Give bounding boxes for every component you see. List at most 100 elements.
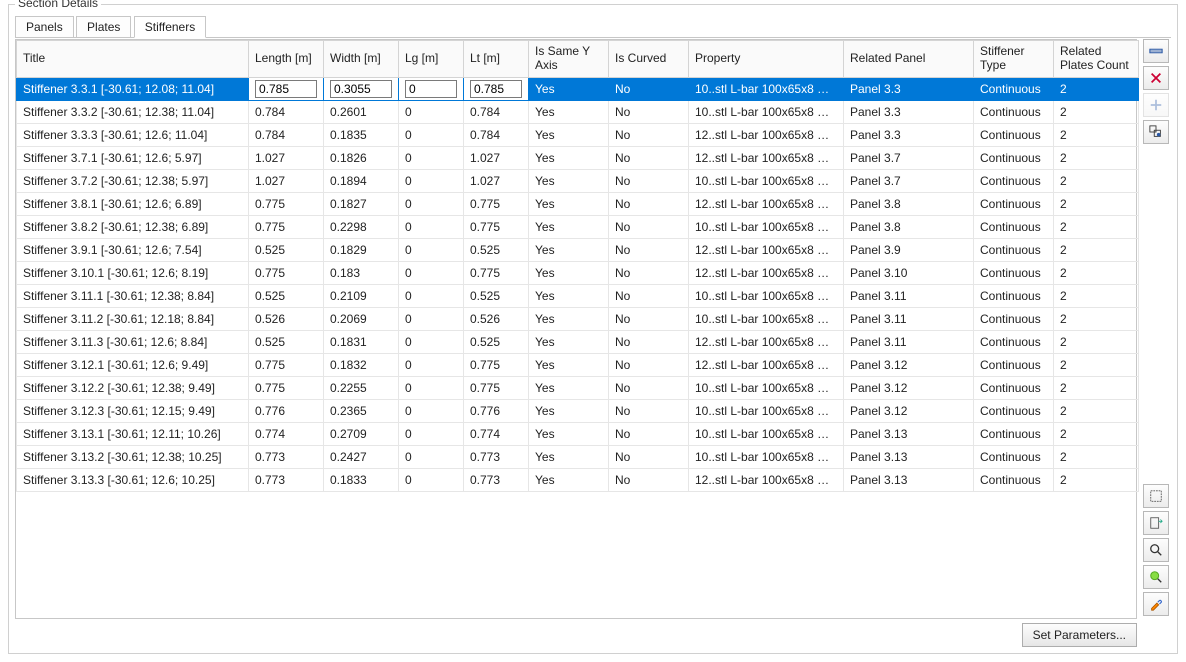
table-header-row[interactable]: Title Length [m] Width [m] Lg [m] Lt [m]… bbox=[17, 41, 1139, 78]
cell-lg[interactable]: 0 bbox=[399, 330, 464, 353]
col-rp[interactable]: Related Plates Count bbox=[1054, 41, 1139, 78]
cell-length[interactable]: 0.525 bbox=[249, 284, 324, 307]
cell-lg[interactable]: 0 bbox=[399, 353, 464, 376]
cell-rp[interactable]: 2 bbox=[1054, 468, 1139, 491]
cell-lg[interactable]: 0 bbox=[399, 146, 464, 169]
delete-icon[interactable] bbox=[1143, 66, 1169, 90]
cell-same[interactable]: Yes bbox=[529, 353, 609, 376]
cell-property[interactable]: 12..stl L-bar 100x65x8 mm (side) bbox=[689, 238, 844, 261]
col-title[interactable]: Title bbox=[17, 41, 249, 78]
cell-curved[interactable]: No bbox=[609, 123, 689, 146]
cell-lg[interactable]: 0 bbox=[399, 376, 464, 399]
cell-curved[interactable]: No bbox=[609, 399, 689, 422]
cell-lt[interactable]: 0.773 bbox=[464, 468, 529, 491]
set-parameters-button[interactable]: Set Parameters... bbox=[1022, 623, 1137, 647]
cell-property[interactable]: 10..stl L-bar 100x65x8 mm bbox=[689, 399, 844, 422]
cell-curved[interactable]: No bbox=[609, 376, 689, 399]
cell-rp[interactable]: 2 bbox=[1054, 353, 1139, 376]
table-row[interactable]: Stiffener 3.3.1 [-30.61; 12.08; 11.04]Ye… bbox=[17, 77, 1139, 100]
cell-same[interactable]: Yes bbox=[529, 100, 609, 123]
cell-panel[interactable]: Panel 3.12 bbox=[844, 376, 974, 399]
cell-rp[interactable]: 2 bbox=[1054, 399, 1139, 422]
cell-curved[interactable]: No bbox=[609, 77, 689, 100]
cell-property[interactable]: 12..stl L-bar 100x65x8 mm (side) bbox=[689, 468, 844, 491]
tab-stiffeners[interactable]: Stiffeners bbox=[134, 16, 206, 38]
cell-rp[interactable]: 2 bbox=[1054, 376, 1139, 399]
cell-lg[interactable]: 0 bbox=[399, 123, 464, 146]
cell-stype[interactable]: Continuous bbox=[974, 353, 1054, 376]
cell-length[interactable]: 0.526 bbox=[249, 307, 324, 330]
cell-stype[interactable]: Continuous bbox=[974, 330, 1054, 353]
cell-width[interactable]: 0.2298 bbox=[324, 215, 399, 238]
cell-width[interactable]: 0.2601 bbox=[324, 100, 399, 123]
table-row[interactable]: Stiffener 3.12.3 [-30.61; 12.15; 9.49]0.… bbox=[17, 399, 1139, 422]
cell-lt[interactable]: 0.775 bbox=[464, 376, 529, 399]
cell-lt[interactable]: 0.525 bbox=[464, 330, 529, 353]
table-row[interactable]: Stiffener 3.12.2 [-30.61; 12.38; 9.49]0.… bbox=[17, 376, 1139, 399]
cell-same[interactable]: Yes bbox=[529, 238, 609, 261]
cell-rp[interactable]: 2 bbox=[1054, 123, 1139, 146]
cell-length[interactable]: 0.525 bbox=[249, 238, 324, 261]
cell-curved[interactable]: No bbox=[609, 330, 689, 353]
cell-rp[interactable]: 2 bbox=[1054, 307, 1139, 330]
table-row[interactable]: Stiffener 3.8.2 [-30.61; 12.38; 6.89]0.7… bbox=[17, 215, 1139, 238]
cell-curved[interactable]: No bbox=[609, 353, 689, 376]
cell-lt[interactable]: 0.773 bbox=[464, 445, 529, 468]
stiffeners-table[interactable]: Title Length [m] Width [m] Lg [m] Lt [m]… bbox=[16, 40, 1139, 492]
cell-stype[interactable]: Continuous bbox=[974, 376, 1054, 399]
cell-same[interactable]: Yes bbox=[529, 468, 609, 491]
cell-title[interactable]: Stiffener 3.3.2 [-30.61; 12.38; 11.04] bbox=[17, 100, 249, 123]
cell-lt[interactable]: 0.774 bbox=[464, 422, 529, 445]
cell-title[interactable]: Stiffener 3.12.2 [-30.61; 12.38; 9.49] bbox=[17, 376, 249, 399]
cell-width[interactable]: 0.2365 bbox=[324, 399, 399, 422]
cell-stype[interactable]: Continuous bbox=[974, 77, 1054, 100]
cell-length[interactable]: 0.773 bbox=[249, 468, 324, 491]
cell-lg[interactable] bbox=[399, 77, 464, 100]
cell-panel[interactable]: Panel 3.11 bbox=[844, 307, 974, 330]
table-row[interactable]: Stiffener 3.10.1 [-30.61; 12.6; 8.19]0.7… bbox=[17, 261, 1139, 284]
cell-lt[interactable]: 0.784 bbox=[464, 123, 529, 146]
cell-lt[interactable]: 0.775 bbox=[464, 353, 529, 376]
cell-curved[interactable]: No bbox=[609, 146, 689, 169]
cell-property[interactable]: 10..stl L-bar 100x65x8 mm bbox=[689, 77, 844, 100]
cell-lt[interactable]: 0.525 bbox=[464, 238, 529, 261]
cell-input-lt[interactable] bbox=[470, 80, 522, 98]
cell-lt[interactable]: 0.526 bbox=[464, 307, 529, 330]
table-row[interactable]: Stiffener 3.11.3 [-30.61; 12.6; 8.84]0.5… bbox=[17, 330, 1139, 353]
cell-same[interactable]: Yes bbox=[529, 422, 609, 445]
cell-length[interactable]: 0.525 bbox=[249, 330, 324, 353]
cell-length[interactable]: 0.784 bbox=[249, 100, 324, 123]
cell-panel[interactable]: Panel 3.3 bbox=[844, 123, 974, 146]
col-panel[interactable]: Related Panel bbox=[844, 41, 974, 78]
cell-lg[interactable]: 0 bbox=[399, 445, 464, 468]
cell-lg[interactable]: 0 bbox=[399, 238, 464, 261]
cell-curved[interactable]: No bbox=[609, 169, 689, 192]
col-property[interactable]: Property bbox=[689, 41, 844, 78]
cell-title[interactable]: Stiffener 3.7.1 [-30.61; 12.6; 5.97] bbox=[17, 146, 249, 169]
cell-curved[interactable]: No bbox=[609, 307, 689, 330]
cell-curved[interactable]: No bbox=[609, 445, 689, 468]
cell-curved[interactable]: No bbox=[609, 422, 689, 445]
cell-length[interactable]: 1.027 bbox=[249, 169, 324, 192]
cell-width[interactable] bbox=[324, 77, 399, 100]
cell-width[interactable]: 0.2069 bbox=[324, 307, 399, 330]
cell-length[interactable]: 0.775 bbox=[249, 261, 324, 284]
cell-width[interactable]: 0.1894 bbox=[324, 169, 399, 192]
cell-stype[interactable]: Continuous bbox=[974, 146, 1054, 169]
cell-lg[interactable]: 0 bbox=[399, 100, 464, 123]
cell-curved[interactable]: No bbox=[609, 192, 689, 215]
cell-stype[interactable]: Continuous bbox=[974, 284, 1054, 307]
cell-lt[interactable]: 0.775 bbox=[464, 192, 529, 215]
cell-width[interactable]: 0.1835 bbox=[324, 123, 399, 146]
zoom-dark-icon[interactable] bbox=[1143, 538, 1169, 562]
cell-stype[interactable]: Continuous bbox=[974, 192, 1054, 215]
cell-curved[interactable]: No bbox=[609, 261, 689, 284]
cell-width[interactable]: 0.2255 bbox=[324, 376, 399, 399]
col-lt[interactable]: Lt [m] bbox=[464, 41, 529, 78]
cell-length[interactable]: 0.775 bbox=[249, 192, 324, 215]
cell-curved[interactable]: No bbox=[609, 238, 689, 261]
cell-length[interactable]: 0.775 bbox=[249, 376, 324, 399]
cell-panel[interactable]: Panel 3.13 bbox=[844, 445, 974, 468]
cell-property[interactable]: 10..stl L-bar 100x65x8 mm bbox=[689, 100, 844, 123]
cell-stype[interactable]: Continuous bbox=[974, 215, 1054, 238]
